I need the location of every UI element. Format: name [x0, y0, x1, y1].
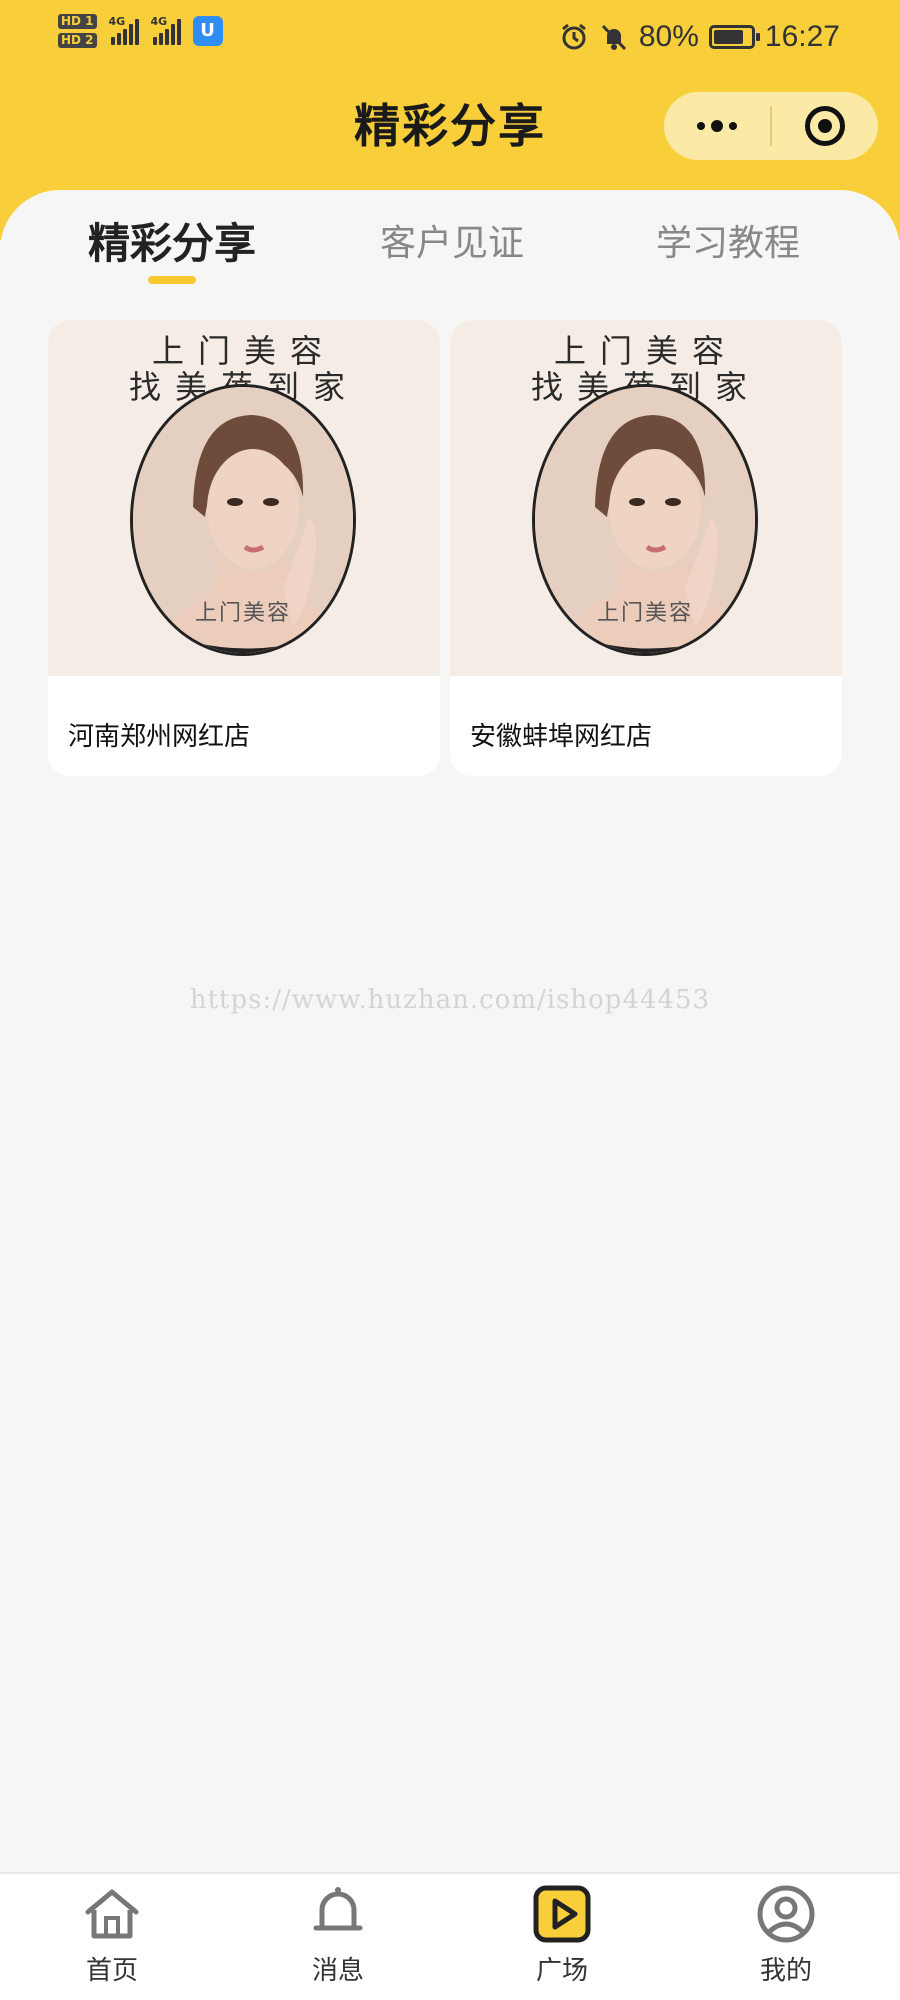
portrait-frame: 上门美容	[130, 384, 356, 656]
status-left: HD 1 HD 2 4G 4G U	[58, 14, 223, 48]
sim2-badge: HD 2	[58, 33, 97, 48]
bell-icon	[308, 1884, 368, 1944]
tab-active-indicator	[148, 276, 196, 284]
net2-label: 4G	[150, 15, 168, 28]
tabbar-label: 首页	[85, 1956, 138, 1986]
card-image: 上门美容 找美蓓到家 上门美容	[450, 320, 842, 676]
portrait-caption: 上门美容	[194, 601, 291, 626]
tab-bar-top: 精彩分享 客户见证 学习教程	[0, 200, 900, 290]
card-title: 河南郑州网红店	[68, 722, 251, 752]
tabbar-item-mine[interactable]: 我的	[726, 1884, 846, 1987]
tabbar-item-messages[interactable]: 消息	[278, 1884, 398, 1987]
net1-label: 4G	[108, 15, 126, 28]
close-button[interactable]	[772, 92, 878, 160]
tab-tutorials[interactable]: 学习教程	[656, 214, 800, 266]
sim-indicators: HD 1 HD 2	[58, 14, 97, 48]
watermark: https://www.huzhan.com/ishop44453	[189, 985, 711, 1015]
signal-icon: 4G	[108, 15, 139, 45]
tabbar-label: 我的	[759, 1956, 812, 1986]
user-circle-icon	[756, 1884, 816, 1944]
miniprogram-capsule	[664, 92, 878, 160]
share-card[interactable]: 上门美容 找美蓓到家 上门美容 安徽蚌埠网红店	[450, 320, 842, 776]
tab-share[interactable]: 精彩分享	[88, 210, 256, 271]
bottom-tab-bar: 首页 消息 广场 我的	[0, 1872, 900, 2000]
signal-icon-2: 4G	[150, 15, 181, 45]
target-icon	[805, 106, 845, 146]
tab-testimonials[interactable]: 客户见证	[380, 214, 524, 266]
mute-bell-icon	[601, 24, 626, 51]
tabbar-label: 广场	[535, 1956, 588, 1986]
battery-percent: 80%	[638, 20, 699, 53]
tabbar-label: 消息	[311, 1956, 364, 1986]
clock: 16:27	[764, 20, 840, 53]
card-image: 上门美容 找美蓓到家 上门美容	[48, 320, 440, 676]
status-right: 80% 16:27	[559, 20, 840, 54]
share-card[interactable]: 上门美容 找美蓓到家 上门美容 河南郑州网红店	[48, 320, 440, 776]
play-square-icon	[532, 1884, 592, 1944]
status-bar: HD 1 HD 2 4G 4G U 80% 16:27	[0, 0, 900, 80]
sim1-badge: HD 1	[58, 14, 97, 29]
card-title: 安徽蚌埠网红店	[470, 722, 653, 752]
alarm-icon	[561, 23, 586, 50]
app-notification-icon: U	[192, 16, 223, 46]
battery-icon	[708, 25, 760, 49]
more-button[interactable]	[664, 92, 770, 160]
tabbar-item-home[interactable]: 首页	[52, 1884, 172, 1987]
tabbar-item-square[interactable]: 广场	[502, 1884, 622, 1987]
portrait-caption: 上门美容	[596, 601, 693, 626]
home-icon	[82, 1884, 142, 1944]
portrait-frame: 上门美容	[532, 384, 758, 656]
